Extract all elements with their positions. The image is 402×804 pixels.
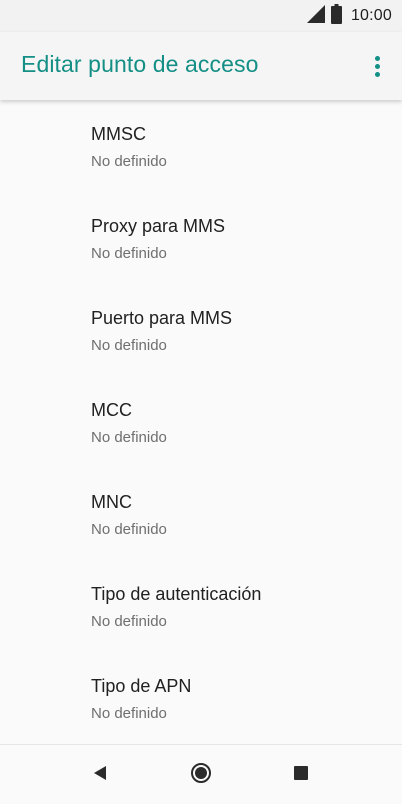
- home-icon: [190, 762, 212, 789]
- home-button[interactable]: [181, 755, 221, 795]
- setting-item-mnc[interactable]: MNC No definido: [0, 468, 402, 560]
- back-button[interactable]: [80, 755, 120, 795]
- more-vert-icon: [374, 55, 380, 61]
- back-icon: [92, 765, 108, 786]
- setting-summary: No definido: [91, 429, 167, 446]
- setting-summary: No definido: [91, 245, 167, 262]
- app-bar: Editar punto de acceso: [0, 32, 402, 100]
- more-vert-icon-dot: [374, 63, 380, 69]
- recents-icon: [293, 765, 309, 786]
- navigation-bar: [0, 744, 402, 804]
- setting-item-auth-type[interactable]: Tipo de autenticación No definido: [0, 560, 402, 652]
- setting-title: Proxy para MMS: [91, 216, 226, 236]
- settings-list: MMSC No definido Proxy para MMS No defin…: [0, 100, 402, 744]
- setting-title: Tipo de autenticación: [91, 584, 262, 604]
- setting-summary: No definido: [91, 337, 167, 354]
- setting-summary: No definido: [91, 521, 167, 538]
- setting-item-apn-type[interactable]: Tipo de APN No definido: [0, 652, 402, 744]
- more-vert-icon-dot: [374, 71, 380, 77]
- status-bar: 10:00: [0, 0, 402, 32]
- setting-title: Puerto para MMS: [91, 308, 233, 328]
- page-title: Editar punto de acceso: [21, 51, 259, 77]
- more-options-button[interactable]: [364, 46, 390, 86]
- setting-summary: No definido: [91, 613, 167, 630]
- signal-icon: [306, 4, 325, 28]
- setting-summary: No definido: [91, 705, 167, 722]
- status-icons: 10:00: [306, 3, 392, 29]
- recents-button[interactable]: [281, 755, 321, 795]
- setting-item-mmsc[interactable]: MMSC No definido: [0, 100, 402, 192]
- setting-title: MCC: [91, 400, 132, 420]
- screen: 10:00 Editar punto de acceso MMSC No def…: [0, 0, 402, 804]
- status-time: 10:00: [350, 7, 392, 24]
- setting-summary: No definido: [91, 153, 167, 170]
- setting-title: MNC: [91, 492, 132, 512]
- setting-item-mms-port[interactable]: Puerto para MMS No definido: [0, 284, 402, 376]
- setting-item-mms-proxy[interactable]: Proxy para MMS No definido: [0, 192, 402, 284]
- setting-item-mcc[interactable]: MCC No definido: [0, 376, 402, 468]
- setting-title: Tipo de APN: [91, 676, 192, 696]
- battery-icon: [330, 3, 342, 29]
- setting-title: MMSC: [91, 124, 146, 144]
